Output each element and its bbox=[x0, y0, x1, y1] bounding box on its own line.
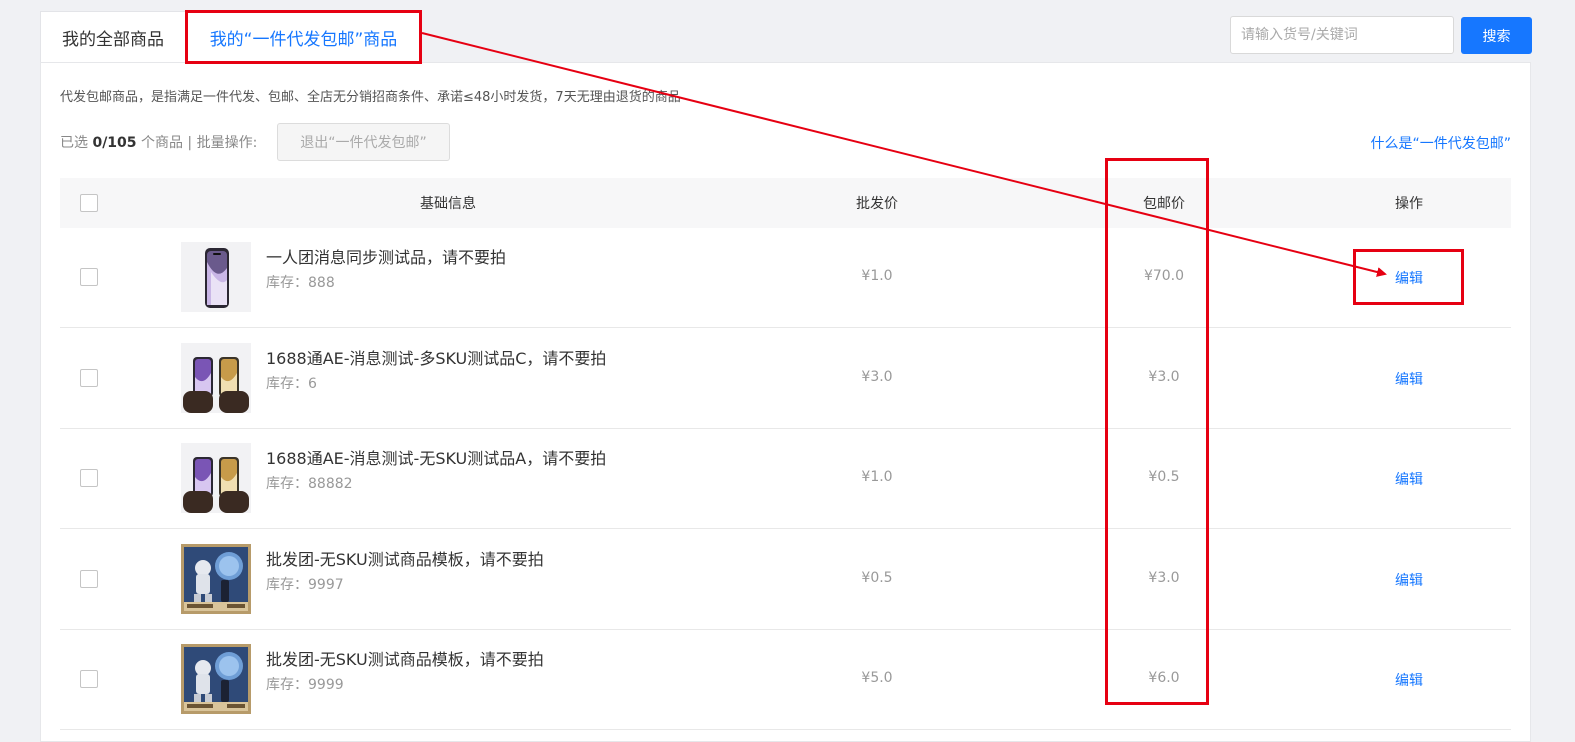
stock-value: 9997 bbox=[308, 576, 344, 593]
product-stock: 库存：9997 bbox=[266, 574, 344, 594]
product-title[interactable]: 1688通AE-消息测试-多SKU测试品C，请不要拍 bbox=[266, 345, 606, 369]
shipping-price: ¥3.0 bbox=[1148, 569, 1180, 586]
tab-free-shipping-products[interactable]: 我的“一件代发包邮”商品 bbox=[186, 11, 421, 63]
edit-link[interactable]: 编辑 bbox=[1395, 670, 1423, 690]
column-basic-info: 基础信息 bbox=[420, 196, 476, 212]
stock-label: 库存： bbox=[266, 677, 308, 693]
selection-prefix: 已选 bbox=[60, 135, 88, 151]
shipping-price: ¥6.0 bbox=[1148, 670, 1180, 686]
edit-link[interactable]: 编辑 bbox=[1395, 268, 1423, 288]
row-checkbox[interactable] bbox=[80, 368, 98, 387]
table-header: 基础信息 批发价 包邮价 操作 bbox=[60, 178, 1511, 228]
table-row: 1688通AE-消息测试-无SKU测试品A，请不要拍 库存：88882 ¥1.0… bbox=[60, 429, 1511, 529]
product-image[interactable] bbox=[181, 443, 251, 513]
stock-value: 6 bbox=[308, 375, 317, 392]
selection-summary: 已选 0/105 个商品 | 批量操作: bbox=[60, 132, 257, 152]
product-title[interactable]: 一人团消息同步测试品，请不要拍 bbox=[266, 244, 506, 268]
wholesale-price: ¥1.0 bbox=[861, 268, 893, 284]
shipping-price: ¥70.0 bbox=[1143, 268, 1185, 284]
product-stock: 库存：6 bbox=[266, 373, 317, 393]
row-checkbox[interactable] bbox=[80, 670, 98, 688]
select-all-checkbox[interactable] bbox=[80, 194, 98, 212]
exit-free-shipping-button[interactable]: 退出“一件代发包邮” bbox=[277, 123, 450, 161]
product-stock: 库存：88882 bbox=[266, 473, 353, 493]
stock-value: 88882 bbox=[308, 476, 353, 492]
product-image[interactable] bbox=[181, 242, 251, 312]
product-image[interactable] bbox=[181, 342, 251, 413]
stock-value: 9999 bbox=[308, 677, 344, 693]
wholesale-price: ¥3.0 bbox=[861, 368, 893, 385]
wholesale-price: ¥0.5 bbox=[861, 569, 893, 586]
row-checkbox[interactable] bbox=[80, 569, 98, 588]
column-wholesale-price: 批发价 bbox=[856, 196, 898, 212]
stock-label: 库存： bbox=[266, 576, 308, 593]
search-input[interactable] bbox=[1230, 16, 1454, 54]
what-is-free-shipping-link[interactable]: 什么是“一件代发包邮” bbox=[1370, 133, 1511, 153]
stock-value: 888 bbox=[308, 275, 335, 291]
table-row: 批发团-无SKU测试商品模板，请不要拍 库存：9997 ¥0.5 ¥3.0 编辑 bbox=[60, 530, 1511, 630]
tab-all-products[interactable]: 我的全部商品 bbox=[40, 11, 186, 63]
product-image[interactable] bbox=[181, 644, 251, 714]
product-image[interactable] bbox=[181, 543, 251, 614]
free-shipping-description: 代发包邮商品，是指满足一件代发、包邮、全店无分销招商条件、承诺≤48小时发货，7… bbox=[60, 90, 681, 105]
table-row: 1688通AE-消息测试-多SKU测试品C，请不要拍 库存：6 ¥3.0 ¥3.… bbox=[60, 329, 1511, 429]
column-action: 操作 bbox=[1395, 196, 1423, 212]
edit-link[interactable]: 编辑 bbox=[1395, 469, 1423, 489]
column-shipping-price: 包邮价 bbox=[1143, 196, 1185, 212]
row-checkbox[interactable] bbox=[80, 469, 98, 487]
stock-label: 库存： bbox=[266, 275, 308, 291]
table-row: 一人团消息同步测试品，请不要拍 库存：888 ¥1.0 ¥70.0 编辑 bbox=[60, 228, 1511, 328]
edit-link[interactable]: 编辑 bbox=[1395, 570, 1423, 590]
product-stock: 库存：9999 bbox=[266, 674, 344, 694]
stock-label: 库存： bbox=[266, 476, 308, 492]
table-row: 批发团-无SKU测试商品模板，请不要拍 库存：9999 ¥5.0 ¥6.0 编辑 bbox=[60, 630, 1511, 730]
product-title[interactable]: 1688通AE-消息测试-无SKU测试品A，请不要拍 bbox=[266, 445, 606, 469]
row-checkbox[interactable] bbox=[80, 268, 98, 286]
wholesale-price: ¥5.0 bbox=[861, 670, 893, 686]
search-button[interactable]: 搜索 bbox=[1461, 17, 1532, 54]
wholesale-price: ¥1.0 bbox=[861, 469, 893, 485]
stock-label: 库存： bbox=[266, 375, 308, 392]
product-title[interactable]: 批发团-无SKU测试商品模板，请不要拍 bbox=[266, 646, 544, 670]
product-title[interactable]: 批发团-无SKU测试商品模板，请不要拍 bbox=[266, 546, 544, 570]
selection-count: 0/105 bbox=[92, 135, 137, 151]
shipping-price: ¥0.5 bbox=[1148, 469, 1180, 485]
product-stock: 库存：888 bbox=[266, 272, 335, 292]
shipping-price: ¥3.0 bbox=[1148, 368, 1180, 385]
selection-suffix: 个商品 | 批量操作: bbox=[140, 135, 258, 151]
edit-link[interactable]: 编辑 bbox=[1395, 369, 1423, 389]
